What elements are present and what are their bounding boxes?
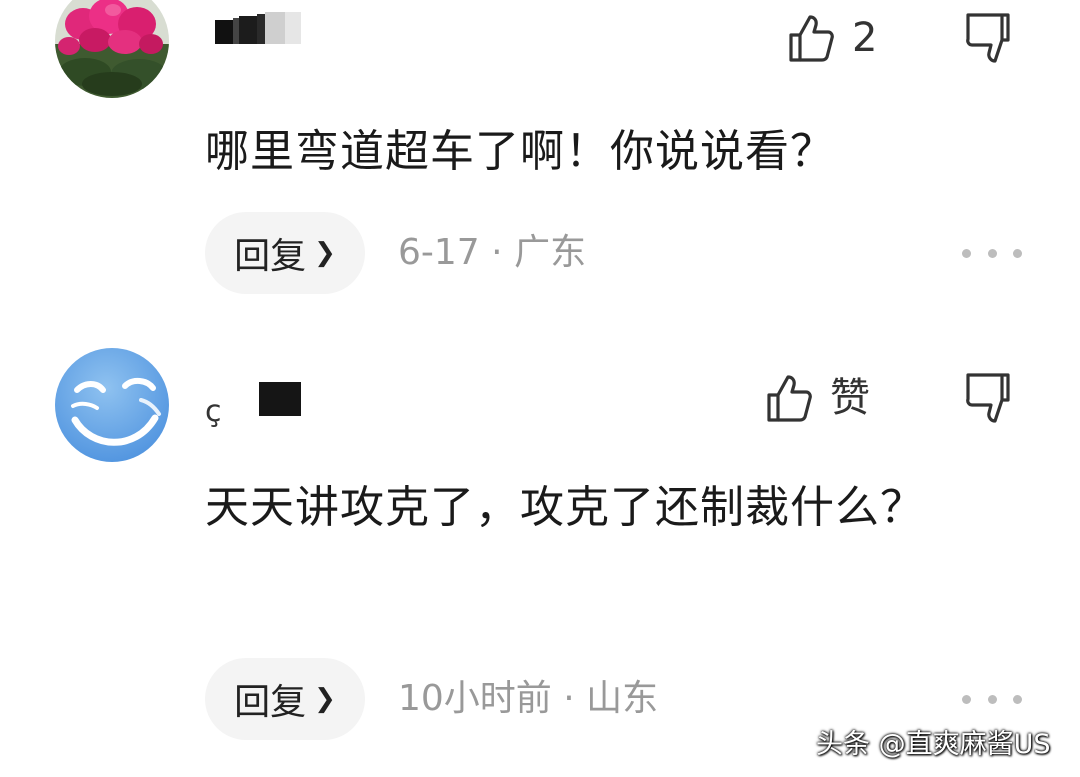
- comment-meta: 6-17 · 广东: [398, 212, 586, 294]
- reply-button[interactable]: 回复 ❯: [205, 212, 365, 294]
- like-button[interactable]: 赞: [766, 370, 870, 426]
- like-label: 赞: [830, 375, 870, 421]
- more-horizontal-icon: [962, 694, 971, 704]
- reply-button[interactable]: 回复 ❯: [205, 658, 365, 740]
- comment-item: ç 赞 天天讲攻克了，攻克了还制裁什么？ 回复 ❯ 10小时前 · 山东: [0, 320, 1080, 777]
- redacted-name-blocks: [259, 382, 301, 416]
- username-redacted[interactable]: ç: [205, 382, 305, 428]
- comment-location: 广东: [514, 232, 587, 273]
- username-redacted[interactable]: [215, 10, 301, 44]
- thumbs-up-icon: [767, 375, 812, 422]
- avatar-smiley-image: [55, 348, 169, 462]
- thumbs-up-icon: [789, 15, 834, 62]
- comment-location: 山东: [586, 678, 659, 719]
- more-horizontal-icon: [962, 248, 971, 258]
- thumbs-down-icon: [966, 373, 1010, 423]
- comment-date: 10小时前: [398, 678, 552, 719]
- comment-meta: 10小时前 · 山东: [398, 658, 658, 740]
- comment-text: 天天讲攻克了，攻克了还制裁什么？: [205, 482, 925, 533]
- reply-label: 回复: [234, 682, 307, 723]
- avatar[interactable]: [55, 348, 169, 462]
- meta-separator: ·: [491, 232, 503, 273]
- comment-date: 6-17: [398, 232, 480, 273]
- more-options-button[interactable]: [962, 689, 1022, 709]
- reply-label: 回复: [234, 236, 307, 277]
- watermark: 头条 @直爽麻酱US: [816, 729, 1051, 760]
- avatar[interactable]: [55, 0, 169, 98]
- like-button[interactable]: 2: [788, 10, 877, 66]
- chevron-right-icon: ❯: [314, 684, 336, 714]
- meta-separator: ·: [563, 678, 575, 719]
- chevron-right-icon: ❯: [314, 238, 336, 268]
- thumbs-down-icon: [966, 13, 1010, 63]
- comment-text: 哪里弯道超车了啊！你说说看？: [205, 126, 835, 177]
- comment-item: 2 哪里弯道超车了啊！你说说看？ 回复 ❯ 6-17 · 广东: [0, 0, 1080, 320]
- avatar-flower-image: [55, 0, 169, 98]
- dislike-button[interactable]: [962, 10, 1014, 66]
- more-options-button[interactable]: [962, 243, 1022, 263]
- dislike-button[interactable]: [962, 370, 1014, 426]
- redacted-name-blocks: [215, 12, 301, 44]
- like-count: 2: [852, 15, 878, 61]
- comment-list: 2 哪里弯道超车了啊！你说说看？ 回复 ❯ 6-17 · 广东 ç 赞 天天讲攻…: [0, 0, 1080, 777]
